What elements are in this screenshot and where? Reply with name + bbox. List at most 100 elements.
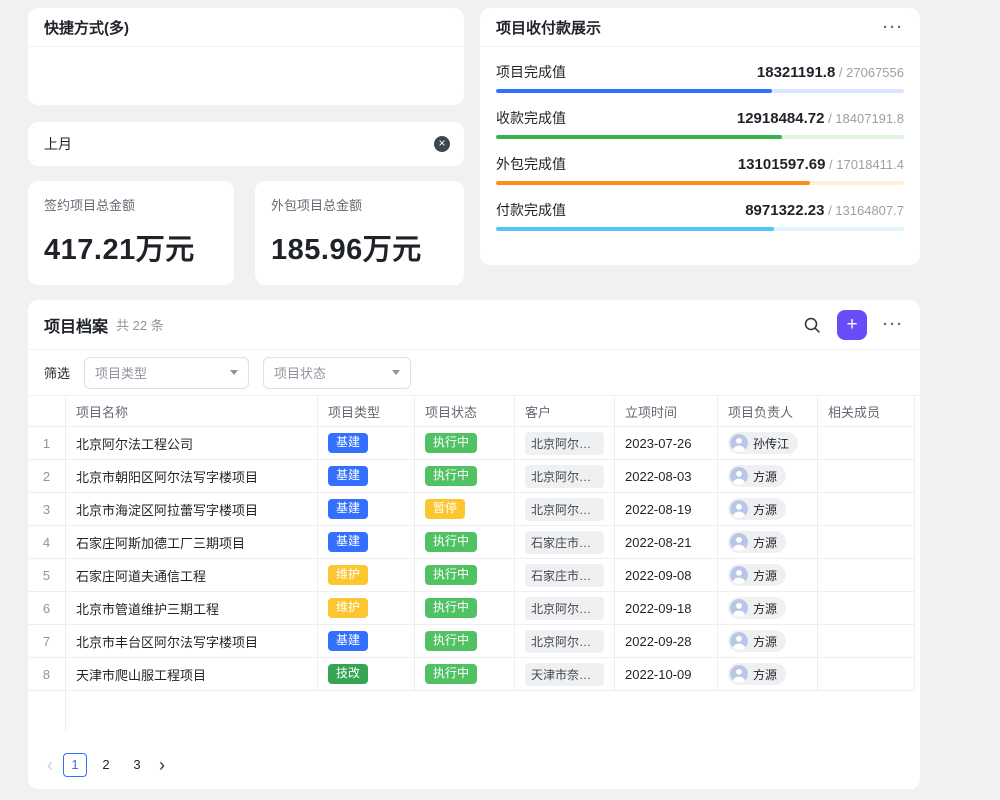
filter-label: 筛选 (44, 363, 70, 382)
project-status-filter-value: 项目状态 (274, 363, 326, 382)
shortcuts-card: 快捷方式(多) (28, 8, 464, 105)
row-index: 7 (28, 625, 66, 658)
project-status-cell: 执行中 (415, 625, 515, 658)
project-type-cell: 基建 (318, 526, 415, 559)
project-status-cell: 执行中 (415, 526, 515, 559)
pagination-prev[interactable]: ‹ (44, 756, 56, 774)
owner-chip: 孙传江 (728, 432, 798, 454)
payments-card: 项目收付款展示 ··· 项目完成值18321191.8 / 27067556收款… (480, 8, 920, 265)
table-row[interactable]: 2北京市朝阳区阿尔法写字楼项目基建执行中北京阿尔法…2022-08-03方源 (28, 460, 920, 493)
project-type-tag: 基建 (328, 631, 368, 652)
project-status-cell: 执行中 (415, 658, 515, 691)
project-status-tag: 暂停 (425, 499, 465, 520)
row-index: 3 (28, 493, 66, 526)
start-date-cell: 2022-09-18 (615, 592, 718, 625)
shortcuts-body (28, 47, 464, 105)
more-menu-icon[interactable]: ··· (883, 20, 904, 35)
owner-name: 方源 (753, 666, 777, 683)
project-type-tag: 基建 (328, 532, 368, 553)
project-status-cell: 暂停 (415, 493, 515, 526)
metric-total: / 18407191.8 (824, 111, 904, 126)
members-cell (818, 460, 915, 493)
members-cell (818, 625, 915, 658)
owner-chip: 方源 (728, 465, 786, 487)
project-type-cell: 基建 (318, 427, 415, 460)
row-index: 2 (28, 460, 66, 493)
table-row[interactable]: 7北京市丰台区阿尔法写字楼项目基建执行中北京阿尔法…2022-09-28方源 (28, 625, 920, 658)
start-date-cell: 2022-09-08 (615, 559, 718, 592)
project-status-tag: 执行中 (425, 433, 477, 454)
owner-cell: 方源 (718, 493, 818, 526)
customer-chip: 北京阿尔法… (525, 432, 604, 455)
search-icon[interactable] (803, 316, 821, 334)
project-status-tag: 执行中 (425, 664, 477, 685)
metric-row: 外包完成值13101597.69 / 17018411.4 (496, 154, 904, 185)
table-row[interactable]: 8天津市爬山服工程项目技改执行中天津市奈文…2022-10-09方源 (28, 658, 920, 691)
table-more-menu-icon[interactable]: ··· (883, 317, 904, 332)
customer-cell: 石家庄市A… (515, 526, 615, 559)
add-record-button[interactable]: + (837, 310, 867, 340)
table-row[interactable]: 1北京阿尔法工程公司基建执行中北京阿尔法…2023-07-26孙传江 (28, 427, 920, 460)
owner-cell: 方源 (718, 559, 818, 592)
row-index: 6 (28, 592, 66, 625)
metric-label: 付款完成值 (496, 200, 566, 220)
row-index: 8 (28, 658, 66, 691)
metric-total: / 13164807.7 (824, 203, 904, 218)
column-header: 项目负责人 (718, 396, 818, 427)
customer-chip: 天津市奈文… (525, 663, 604, 686)
customer-chip: 北京阿尔法… (525, 465, 604, 488)
signed-amount-value: 417.21万元 (44, 226, 218, 268)
customer-cell: 北京阿尔法… (515, 460, 615, 493)
payments-header: 项目收付款展示 ··· (480, 8, 920, 47)
table-row[interactable]: 5石家庄阿道夫通信工程维护执行中石家庄市A县2022-09-08方源 (28, 559, 920, 592)
chevron-down-icon (392, 370, 400, 375)
project-type-tag: 维护 (328, 598, 368, 619)
archive-toolbar: + ··· (803, 310, 904, 340)
shortcuts-header: 快捷方式(多) (28, 8, 464, 47)
progress-fill (496, 135, 782, 139)
start-date-cell: 2022-08-19 (615, 493, 718, 526)
owner-cell: 方源 (718, 658, 818, 691)
project-type-tag: 基建 (328, 433, 368, 454)
metric-value: 18321191.8 / 27067556 (757, 64, 904, 81)
owner-cell: 方源 (718, 460, 818, 493)
pagination-page-2[interactable]: 2 (94, 753, 118, 777)
customer-cell: 北京阿尔法… (515, 493, 615, 526)
table-row[interactable]: 6北京市管道维护三期工程维护执行中北京阿尔法…2022-09-18方源 (28, 592, 920, 625)
owner-name: 方源 (753, 633, 777, 650)
table-row[interactable]: 4石家庄阿斯加德工厂三期项目基建执行中石家庄市A…2022-08-21方源 (28, 526, 920, 559)
project-type-filter[interactable]: 项目类型 (84, 357, 249, 389)
project-status-filter[interactable]: 项目状态 (263, 357, 411, 389)
owner-cell: 方源 (718, 592, 818, 625)
record-count: 共 22 条 (116, 315, 803, 334)
pagination-next[interactable]: › (156, 756, 168, 774)
owner-cell: 方源 (718, 625, 818, 658)
pagination-page-3[interactable]: 3 (125, 753, 149, 777)
table-row[interactable]: 3北京市海淀区阿拉蕾写字楼项目基建暂停北京阿尔法…2022-08-19方源 (28, 493, 920, 526)
outsourced-amount-card: 外包项目总金额 185.96万元 (255, 181, 464, 285)
project-type-tag: 基建 (328, 466, 368, 487)
month-filter[interactable]: 上月 × (28, 122, 464, 166)
project-type-cell: 基建 (318, 460, 415, 493)
pagination-page-1[interactable]: 1 (63, 753, 87, 777)
column-header: 项目类型 (318, 396, 415, 427)
owner-chip: 方源 (728, 498, 786, 520)
table-header-row: 项目名称项目类型项目状态客户立项时间项目负责人相关成员 (28, 396, 920, 427)
projects-table: 项目名称项目类型项目状态客户立项时间项目负责人相关成员1北京阿尔法工程公司基建执… (28, 396, 920, 691)
customer-chip: 北京阿尔法… (525, 630, 604, 653)
metric-value: 12918484.72 / 18407191.8 (737, 110, 904, 127)
owner-chip: 方源 (728, 531, 786, 553)
clear-filter-icon[interactable]: × (434, 136, 450, 152)
owner-chip: 方源 (728, 663, 786, 685)
signed-amount-card: 签约项目总金额 417.21万元 (28, 181, 234, 285)
project-type-tag: 技改 (328, 664, 368, 685)
progress-bar (496, 135, 904, 139)
project-type-cell: 基建 (318, 625, 415, 658)
customer-chip: 北京阿尔法… (525, 597, 604, 620)
owner-name: 孙传江 (753, 435, 789, 452)
payments-title: 项目收付款展示 (496, 17, 601, 38)
row-index: 4 (28, 526, 66, 559)
project-status-cell: 执行中 (415, 427, 515, 460)
row-index-header (28, 396, 66, 427)
project-name-cell: 北京市丰台区阿尔法写字楼项目 (66, 625, 318, 658)
